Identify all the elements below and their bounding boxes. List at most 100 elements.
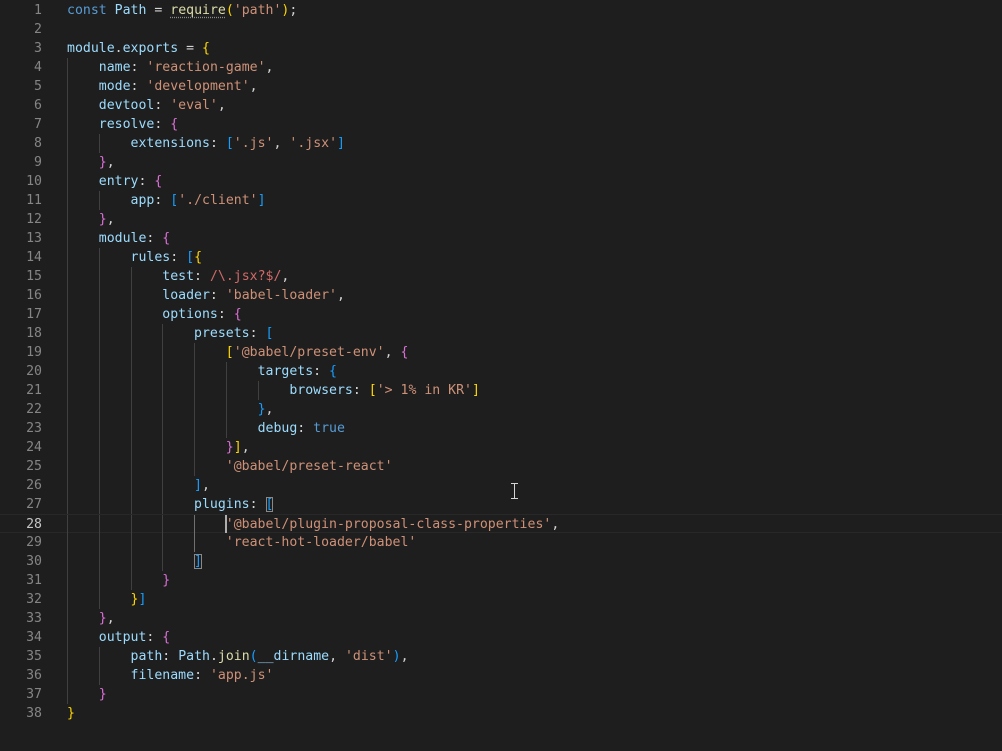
code-line[interactable]: 12 }, <box>0 210 1002 229</box>
code-text[interactable]: targets: { <box>67 362 337 381</box>
code-token: : <box>209 288 226 303</box>
code-line[interactable]: 11 app: ['./client'] <box>0 191 1002 210</box>
code-text[interactable]: } <box>67 704 75 723</box>
code-text[interactable]: entry: { <box>67 172 163 191</box>
code-line[interactable]: 6 devtool: 'eval', <box>0 96 1002 115</box>
code-text[interactable]: '@babel/plugin-proposal-class-properties… <box>67 515 559 534</box>
code-text[interactable]: } <box>67 571 170 590</box>
code-text[interactable]: path: Path.join(__dirname, 'dist'), <box>67 647 409 666</box>
code-line[interactable]: 35 path: Path.join(__dirname, 'dist'), <box>0 647 1002 666</box>
code-text[interactable]: plugins: [ <box>67 495 274 514</box>
code-token: ( <box>249 649 258 664</box>
code-line[interactable]: 31 } <box>0 571 1002 590</box>
code-line[interactable]: 14 rules: [{ <box>0 248 1002 267</box>
code-token: presets <box>194 326 250 341</box>
code-line[interactable]: 36 filename: 'app.js' <box>0 666 1002 685</box>
code-text[interactable]: test: /\.jsx?$/, <box>67 267 289 286</box>
code-text[interactable]: const Path = require('path'); <box>67 1 297 20</box>
code-text[interactable]: ] <box>67 552 202 571</box>
code-text[interactable]: resolve: { <box>67 115 178 134</box>
code-token: , <box>273 136 290 151</box>
code-text[interactable]: } <box>67 685 107 704</box>
code-line[interactable]: 24 }], <box>0 438 1002 457</box>
code-line[interactable]: 19 ['@babel/preset-env', { <box>0 343 1002 362</box>
code-text[interactable]: module: { <box>67 229 170 248</box>
code-line[interactable]: 25 '@babel/preset-react' <box>0 457 1002 476</box>
code-text[interactable]: extensions: ['.js', '.jsx'] <box>67 134 345 153</box>
code-text[interactable]: mode: 'development', <box>67 77 258 96</box>
code-line[interactable]: 34 output: { <box>0 628 1002 647</box>
code-token: } <box>257 402 266 417</box>
code-line[interactable]: 2 <box>0 20 1002 39</box>
code-line[interactable]: 22 }, <box>0 400 1002 419</box>
code-line[interactable]: 23 debug: true <box>0 419 1002 438</box>
code-text[interactable]: devtool: 'eval', <box>67 96 226 115</box>
line-number: 17 <box>26 307 42 322</box>
code-token: : <box>249 326 266 341</box>
line-number: 13 <box>26 231 42 246</box>
code-line[interactable]: 10 entry: { <box>0 172 1002 191</box>
code-text[interactable]: }, <box>67 609 115 628</box>
code-text[interactable]: output: { <box>67 628 170 647</box>
code-line[interactable]: 15 test: /\.jsx?$/, <box>0 267 1002 286</box>
code-line[interactable]: 33 }, <box>0 609 1002 628</box>
code-text[interactable]: ], <box>67 476 210 495</box>
code-line[interactable]: 20 targets: { <box>0 362 1002 381</box>
code-line[interactable]: 4 name: 'reaction-game', <box>0 58 1002 77</box>
code-line[interactable]: 27 plugins: [ <box>0 495 1002 514</box>
code-line[interactable]: 21 browsers: ['> 1% in KR'] <box>0 381 1002 400</box>
code-line[interactable]: 5 mode: 'development', <box>0 77 1002 96</box>
code-line[interactable]: 3 module.exports = { <box>0 39 1002 58</box>
code-text[interactable]: app: ['./client'] <box>67 191 266 210</box>
code-text[interactable]: name: 'reaction-game', <box>67 58 274 77</box>
code-text[interactable]: loader: 'babel-loader', <box>67 286 345 305</box>
code-token: : <box>154 193 171 208</box>
code-text[interactable]: }], <box>67 438 250 457</box>
code-text[interactable]: browsers: ['> 1% in KR'] <box>67 381 480 400</box>
code-line[interactable]: 9 }, <box>0 153 1002 172</box>
code-text[interactable]: }, <box>67 153 115 172</box>
code-line[interactable]: 30 ] <box>0 552 1002 571</box>
code-text[interactable]: }] <box>67 590 147 609</box>
code-line[interactable]: 29 'react-hot-loader/babel' <box>0 533 1002 552</box>
code-token: : <box>194 269 210 284</box>
code-text[interactable]: '@babel/preset-react' <box>67 457 393 476</box>
line-number: 7 <box>34 117 42 132</box>
code-token: : <box>209 136 226 151</box>
code-line[interactable]: 13 module: { <box>0 229 1002 248</box>
code-line[interactable]: 28 '@babel/plugin-proposal-class-propert… <box>0 514 1002 534</box>
code-token: join <box>217 649 250 664</box>
code-line[interactable]: 18 presets: [ <box>0 324 1002 343</box>
code-line[interactable]: 38} <box>0 704 1002 723</box>
code-text[interactable]: }, <box>67 400 274 419</box>
code-line[interactable]: 8 extensions: ['.js', '.jsx'] <box>0 134 1002 153</box>
code-text[interactable]: rules: [{ <box>67 248 203 267</box>
code-token: 'babel-loader' <box>225 288 337 303</box>
code-editor[interactable]: 1 const Path = require('path'); 2 3 module.e… <box>0 1 1002 751</box>
code-line[interactable]: 7 resolve: { <box>0 115 1002 134</box>
code-text[interactable]: debug: true <box>67 419 345 438</box>
code-line[interactable]: 1 const Path = require('path'); <box>0 1 1002 20</box>
code-text[interactable]: ['@babel/preset-env', { <box>67 343 409 362</box>
code-token: : <box>352 383 369 398</box>
code-text[interactable]: options: { <box>67 305 241 324</box>
code-text[interactable]: filename: 'app.js' <box>67 666 274 685</box>
code-token: require <box>170 3 226 18</box>
code-text[interactable]: }, <box>67 210 115 229</box>
code-line[interactable]: 17 options: { <box>0 305 1002 324</box>
code-line[interactable]: 26 ], <box>0 476 1002 495</box>
code-line[interactable]: 32 }] <box>0 590 1002 609</box>
code-text[interactable]: module.exports = { <box>67 39 210 58</box>
code-text[interactable]: presets: [ <box>67 324 273 343</box>
code-line[interactable]: 37 } <box>0 685 1002 704</box>
code-token: ) <box>392 649 401 664</box>
code-text[interactable]: 'react-hot-loader/babel' <box>67 533 417 552</box>
code-line[interactable]: 16 loader: 'babel-loader', <box>0 286 1002 305</box>
